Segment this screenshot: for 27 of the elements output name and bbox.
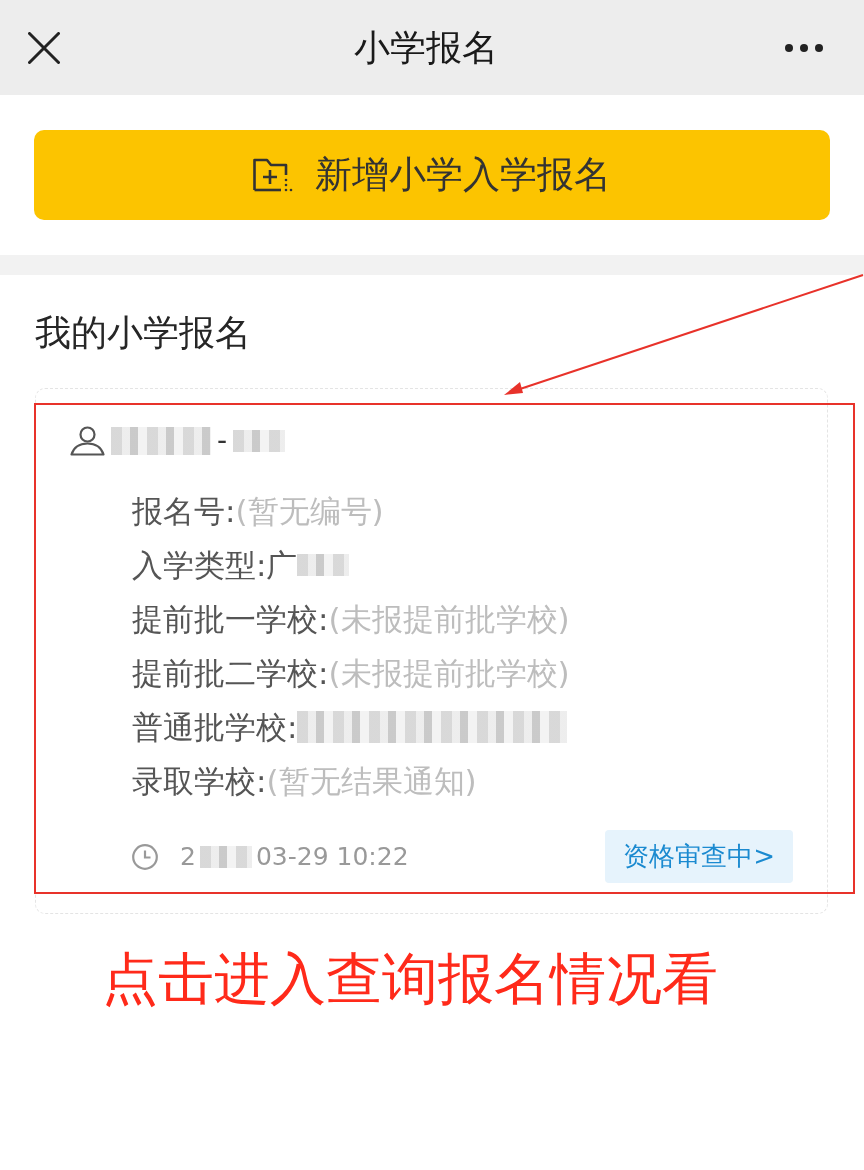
pixelated-patch bbox=[233, 430, 286, 452]
application-card[interactable]: - 报名号:(暂无编号) 入学类型:广 提前批一学校:(未报提前批学校) 提前批二学校:(未报提前批学校) 普通批学校: 录取学校:(暂无结果通知) 2 03-29 10:22 资格审查中> bbox=[35, 388, 828, 914]
close-icon[interactable] bbox=[28, 31, 60, 64]
clock-icon bbox=[132, 843, 158, 870]
annotation-text: 点击进入查询报名情况看 bbox=[102, 946, 718, 1012]
pixelated-patch bbox=[199, 845, 252, 868]
folder-plus-icon bbox=[253, 157, 293, 193]
more-icon[interactable] bbox=[785, 43, 823, 52]
field-value: 广 bbox=[266, 546, 298, 584]
time-text: 2 bbox=[180, 840, 196, 873]
field-value: (暂无结果通知) bbox=[266, 762, 477, 800]
field-label: 提前批一学校: bbox=[132, 600, 329, 638]
add-enrollment-button[interactable]: 新增小学入学报名 bbox=[34, 130, 830, 220]
section-title: 我的小学报名 bbox=[35, 311, 251, 355]
time-text: 03-29 10:22 bbox=[255, 840, 409, 873]
person-icon bbox=[70, 426, 105, 456]
field-label: 入学类型: bbox=[132, 546, 267, 584]
applicant-name: - bbox=[217, 425, 228, 457]
field-label: 普通批学校: bbox=[132, 708, 298, 746]
field-label: 报名号: bbox=[132, 492, 236, 530]
field-value: (未报提前批学校) bbox=[328, 600, 570, 638]
pixelated-patch bbox=[297, 554, 350, 576]
page-title: 小学报名 bbox=[353, 25, 498, 70]
field-label: 录取学校: bbox=[132, 762, 267, 800]
field-value: (暂无编号) bbox=[235, 492, 384, 530]
field-label: 提前批二学校: bbox=[132, 654, 329, 692]
field-value: (未报提前批学校) bbox=[328, 654, 570, 692]
